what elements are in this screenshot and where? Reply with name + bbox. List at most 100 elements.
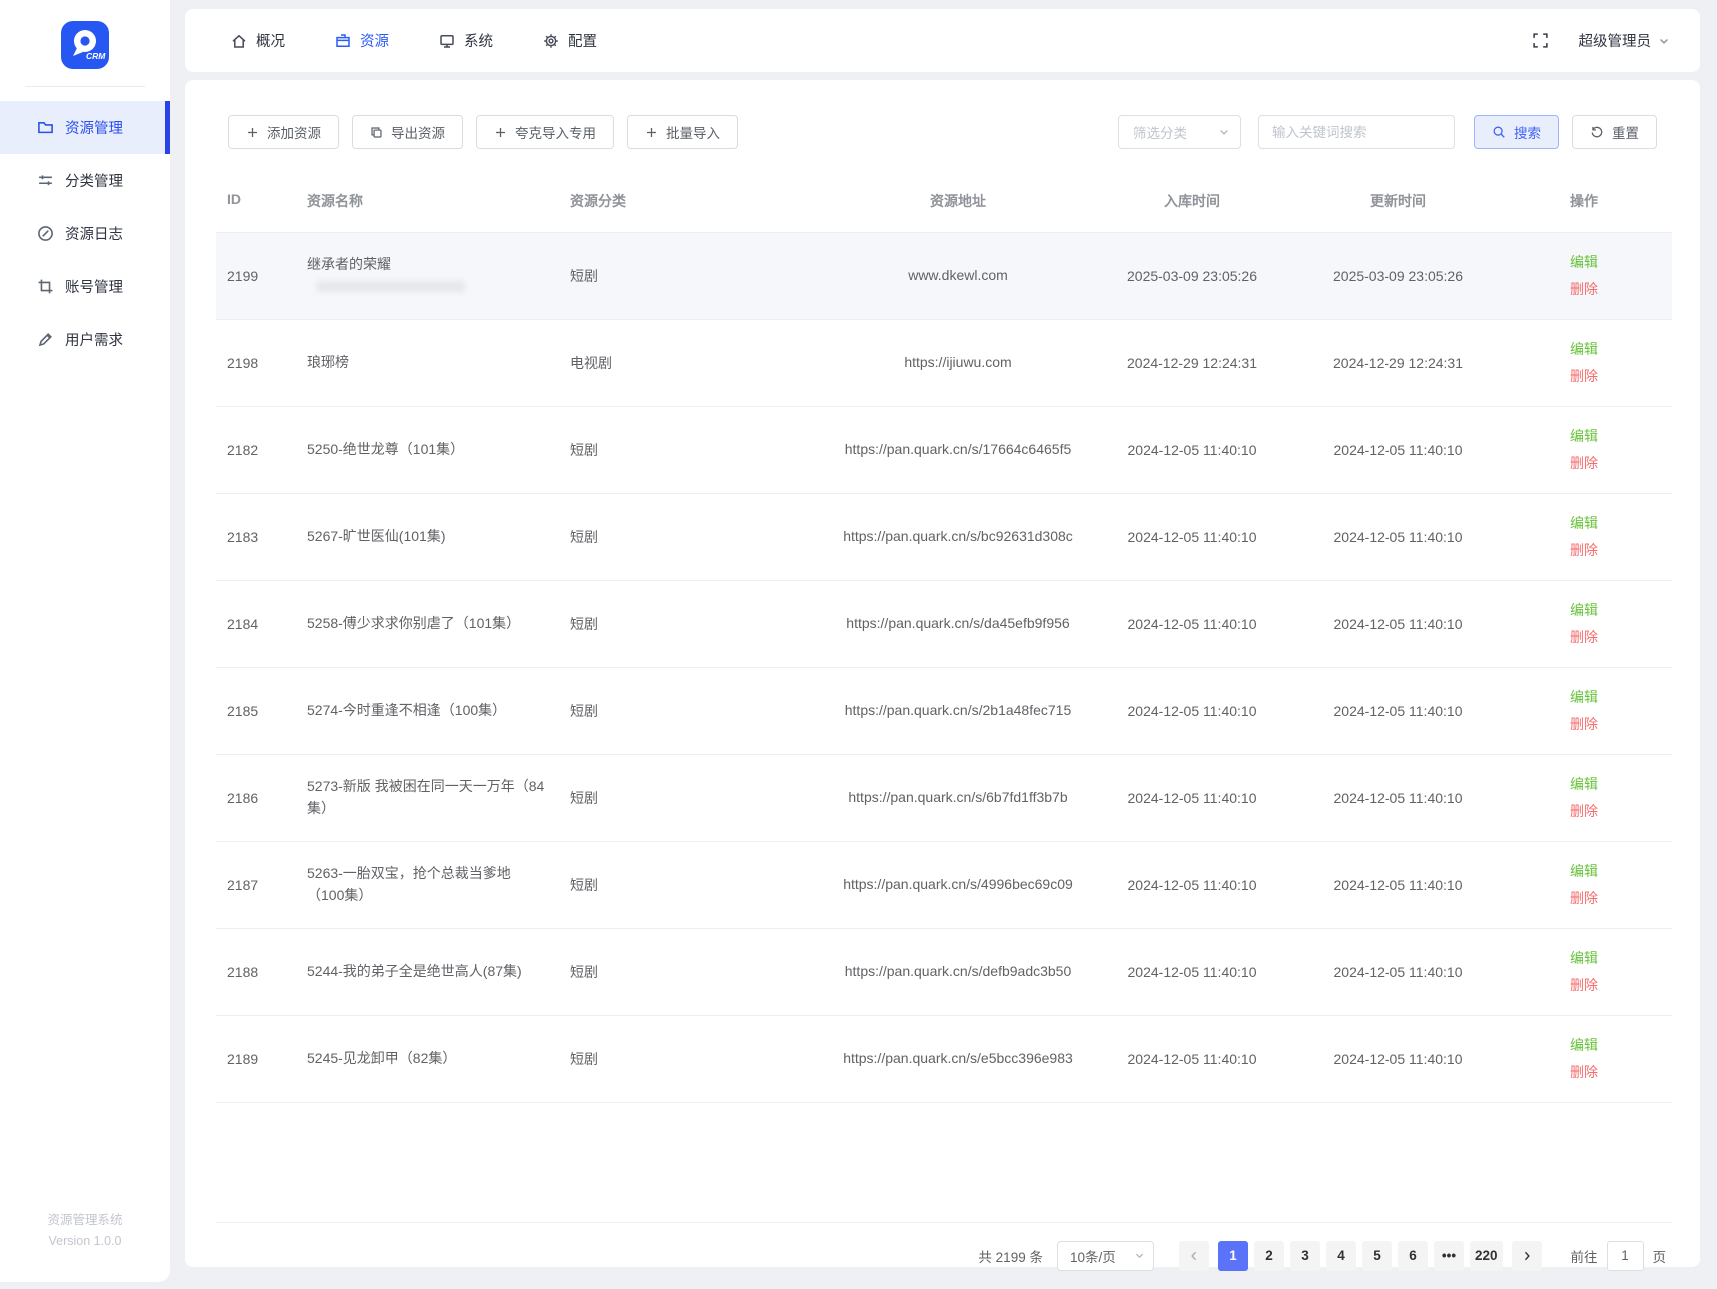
cell-id: 2182: [216, 442, 307, 458]
edit-link[interactable]: 编辑: [1570, 513, 1598, 533]
chevron-down-icon: [1218, 126, 1230, 138]
cell-name: 琅琊榜: [307, 352, 570, 374]
sidebar-item-label: 资源日志: [65, 223, 123, 244]
cell-id: 2186: [216, 790, 307, 806]
cell-updated: 2024-12-29 12:24:31: [1300, 355, 1496, 371]
home-icon: [231, 33, 247, 49]
cell-created: 2024-12-29 12:24:31: [1084, 355, 1300, 371]
edit-link[interactable]: 编辑: [1570, 339, 1598, 359]
delete-link[interactable]: 删除: [1570, 627, 1598, 647]
pagination: 共 2199 条 10条/页 123456•••220 前往 页: [216, 1223, 1672, 1289]
page-size-select[interactable]: 10条/页: [1057, 1241, 1154, 1271]
cell-category: 短剧: [570, 1049, 832, 1069]
table-body: 2199 继承者的荣耀 短剧 www.dkewl.com 2025-03-09 …: [216, 233, 1672, 1103]
cell-updated: 2024-12-05 11:40:10: [1300, 1051, 1496, 1067]
add-resource-button[interactable]: 添加资源: [228, 115, 339, 149]
total-count: 共 2199 条: [978, 1246, 1043, 1266]
fullscreen-icon[interactable]: [1532, 32, 1549, 49]
prev-page-button[interactable]: [1179, 1241, 1209, 1271]
col-header-updated: 更新时间: [1300, 191, 1496, 213]
plus-icon: [494, 126, 507, 139]
delete-link[interactable]: 删除: [1570, 279, 1598, 299]
sidebar-item-resource-log[interactable]: 资源日志: [0, 207, 170, 260]
nav-item-system[interactable]: 系统: [439, 30, 493, 51]
chevron-down-icon: [1658, 35, 1670, 47]
delete-link[interactable]: 删除: [1570, 1062, 1598, 1082]
side-menu: 资源管理 分类管理 资源日志 账号管理 用户需求: [0, 101, 170, 366]
delete-link[interactable]: 删除: [1570, 366, 1598, 386]
page-button[interactable]: 6: [1398, 1241, 1428, 1271]
edit-link[interactable]: 编辑: [1570, 600, 1598, 620]
table-row: 2198 琅琊榜 电视剧 https://ijiuwu.com 2024-12-…: [216, 320, 1672, 407]
goto-page-input[interactable]: [1607, 1241, 1644, 1271]
edit-link[interactable]: 编辑: [1570, 948, 1598, 968]
next-page-button[interactable]: [1512, 1241, 1542, 1271]
page-button[interactable]: •••: [1434, 1241, 1464, 1271]
cell-name: 5258-傅少求求你别虐了（101集）: [307, 613, 570, 635]
plus-icon: [246, 126, 259, 139]
category-filter-select[interactable]: 筛选分类: [1118, 115, 1241, 149]
page-button[interactable]: 5: [1362, 1241, 1392, 1271]
page-button[interactable]: 2: [1254, 1241, 1284, 1271]
sidebar-item-category-mgmt[interactable]: 分类管理: [0, 154, 170, 207]
resource-table: ID 资源名称 资源分类 资源地址 入库时间 更新时间 操作 2199 继承者的…: [216, 170, 1672, 1223]
cell-url: www.dkewl.com: [832, 265, 1084, 287]
edit-link[interactable]: 编辑: [1570, 687, 1598, 707]
nav-item-overview[interactable]: 概况: [231, 30, 285, 51]
edit-link[interactable]: 编辑: [1570, 774, 1598, 794]
cell-name: 5245-见龙卸甲（82集）: [307, 1048, 570, 1070]
cell-id: 2184: [216, 616, 307, 632]
delete-link[interactable]: 删除: [1570, 801, 1598, 821]
reset-button[interactable]: 重置: [1572, 115, 1657, 149]
edit-link[interactable]: 编辑: [1570, 252, 1598, 272]
cell-url: https://pan.quark.cn/s/e5bcc396e983: [832, 1048, 1084, 1070]
sliders-icon: [37, 172, 54, 189]
cell-id: 2185: [216, 703, 307, 719]
quark-import-button[interactable]: 夸克导入专用: [476, 115, 614, 149]
page-button[interactable]: 220: [1470, 1241, 1503, 1271]
nav-item-config[interactable]: 配置: [543, 30, 597, 51]
cell-updated: 2024-12-05 11:40:10: [1300, 877, 1496, 893]
nav-item-label: 概况: [256, 30, 285, 51]
table-row: 2184 5258-傅少求求你别虐了（101集） 短剧 https://pan.…: [216, 581, 1672, 668]
delete-link[interactable]: 删除: [1570, 975, 1598, 995]
search-button[interactable]: 搜索: [1474, 115, 1559, 149]
delete-link[interactable]: 删除: [1570, 888, 1598, 908]
sidebar-item-resource-mgmt[interactable]: 资源管理: [0, 101, 170, 154]
delete-link[interactable]: 删除: [1570, 453, 1598, 473]
col-header-created: 入库时间: [1084, 191, 1300, 213]
page-button[interactable]: 1: [1218, 1241, 1248, 1271]
cell-name: 5267-旷世医仙(101集): [307, 526, 570, 548]
page-button[interactable]: 4: [1326, 1241, 1356, 1271]
edit-link[interactable]: 编辑: [1570, 861, 1598, 881]
edit-link[interactable]: 编辑: [1570, 426, 1598, 446]
cell-created: 2024-12-05 11:40:10: [1084, 790, 1300, 806]
page-button[interactable]: 3: [1290, 1241, 1320, 1271]
table-row: 2187 5263-一胎双宝，抢个总裁当爹地（100集） 短剧 https://…: [216, 842, 1672, 929]
nav-item-resource[interactable]: 资源: [335, 30, 389, 51]
nav-item-label: 资源: [360, 30, 389, 51]
cell-created: 2025-03-09 23:05:26: [1084, 268, 1300, 284]
main-card: 添加资源 导出资源 夸克导入专用 批量导入 筛选分类 搜: [185, 80, 1700, 1267]
nav-item-label: 配置: [568, 30, 597, 51]
batch-import-button[interactable]: 批量导入: [627, 115, 738, 149]
edit-link[interactable]: 编辑: [1570, 1035, 1598, 1055]
cell-url: https://pan.quark.cn/s/6b7fd1ff3b7b: [832, 787, 1084, 809]
svg-text:CRM: CRM: [86, 51, 106, 61]
cell-updated: 2024-12-05 11:40:10: [1300, 529, 1496, 545]
keyword-search-input[interactable]: [1258, 115, 1455, 149]
cell-name: 继承者的荣耀: [307, 254, 570, 297]
cell-name: 5263-一胎双宝，抢个总裁当爹地（100集）: [307, 863, 570, 906]
export-resource-button[interactable]: 导出资源: [352, 115, 463, 149]
delete-link[interactable]: 删除: [1570, 540, 1598, 560]
col-header-category: 资源分类: [570, 191, 832, 213]
sidebar-item-user-demand[interactable]: 用户需求: [0, 313, 170, 366]
folder-icon: [37, 119, 54, 136]
top-header: 概况 资源 系统 配置 超级管理员: [185, 9, 1700, 72]
delete-link[interactable]: 删除: [1570, 714, 1598, 734]
sidebar-item-account-mgmt[interactable]: 账号管理: [0, 260, 170, 313]
col-header-actions: 操作: [1496, 191, 1672, 213]
user-menu[interactable]: 超级管理员: [1579, 30, 1671, 51]
pager-pages: 123456•••220: [1215, 1241, 1506, 1271]
cell-created: 2024-12-05 11:40:10: [1084, 1051, 1300, 1067]
